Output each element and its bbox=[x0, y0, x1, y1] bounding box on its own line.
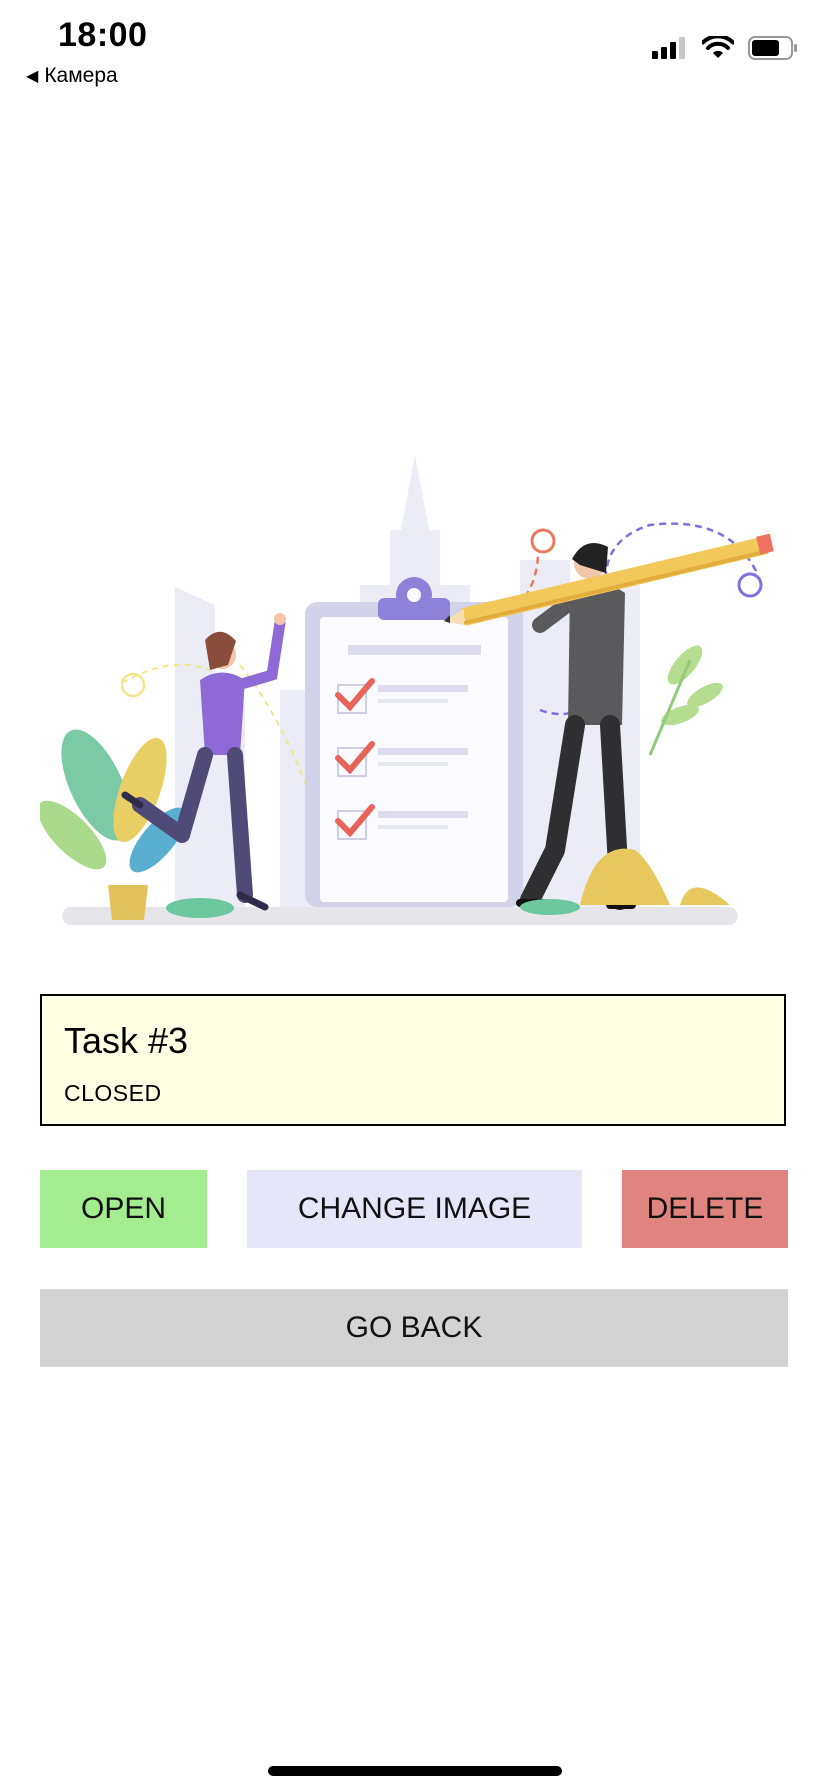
open-button[interactable]: OPEN bbox=[40, 1170, 207, 1248]
status-icons bbox=[652, 36, 798, 60]
task-title: Task #3 bbox=[64, 1020, 189, 1061]
signal-icon bbox=[652, 37, 685, 59]
battery-icon bbox=[748, 36, 797, 60]
home-indicator[interactable] bbox=[268, 1766, 562, 1776]
back-to-camera-link[interactable]: ◀ Камера bbox=[26, 64, 118, 88]
task-card: Task #3 CLOSED bbox=[40, 994, 786, 1126]
go-back-button[interactable]: GO BACK bbox=[40, 1289, 788, 1367]
change-image-button[interactable]: CHANGE IMAGE bbox=[247, 1170, 582, 1248]
back-arrow-icon: ◀ bbox=[26, 68, 39, 85]
back-link-label: Камера bbox=[44, 64, 118, 87]
status-time: 18:00 bbox=[58, 16, 148, 54]
task-checklist-illustration bbox=[37, 455, 780, 945]
task-detail-screen: 18:00 ◀ Камера Task #3 CLOSED OPEN CHANG… bbox=[0, 0, 828, 1792]
delete-button[interactable]: DELETE bbox=[622, 1170, 788, 1248]
task-status: CLOSED bbox=[64, 1080, 162, 1106]
wifi-icon bbox=[702, 36, 734, 58]
